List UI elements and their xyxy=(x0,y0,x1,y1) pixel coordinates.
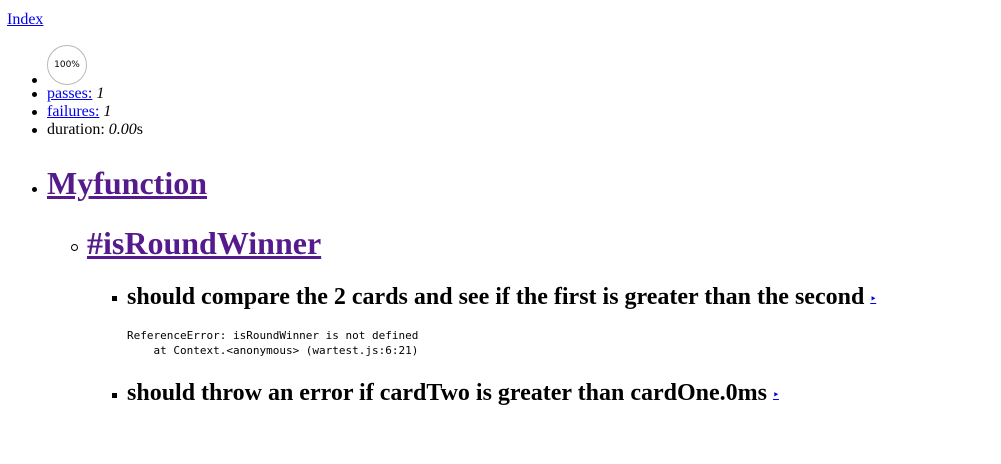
suite-title-link[interactable]: Myfunction xyxy=(47,165,207,201)
test-title-2: should throw an error if cardTwo is grea… xyxy=(127,379,779,410)
error-line-2: at Context.<anonymous> (wartest.js:6:21) xyxy=(127,344,419,357)
error-line-1: ReferenceError: isRoundWinner is not def… xyxy=(127,329,419,342)
progress-indicator: 100% xyxy=(47,45,87,85)
passes-link[interactable]: passes: xyxy=(47,85,92,102)
error-stack: ReferenceError: isRoundWinner is not def… xyxy=(127,328,418,358)
test-title-1-text: should compare the 2 cards and see if th… xyxy=(127,284,865,310)
sub-suite-title-link[interactable]: #isRoundWinner xyxy=(87,225,321,261)
progress-item: 100% xyxy=(7,45,143,85)
failures-value: 1 xyxy=(103,103,112,120)
test-bullet-1 xyxy=(112,296,117,301)
duration-label: duration: xyxy=(47,121,105,138)
sub-suite-bullet xyxy=(71,244,78,251)
duration-unit: s xyxy=(136,121,143,138)
test-title-1: should compare the 2 cards and see if th… xyxy=(127,283,876,314)
replay-icon[interactable]: ‣ xyxy=(773,382,779,410)
index-link[interactable]: Index xyxy=(7,11,43,29)
test-bullet-2 xyxy=(112,393,117,398)
stats-list: 100% passes: 1 failures: 1 duration: 0.0… xyxy=(7,45,143,139)
failures-link[interactable]: failures: xyxy=(47,103,99,120)
duration-item: duration: 0.00s xyxy=(7,121,143,139)
passes-item: passes: 1 xyxy=(7,85,143,103)
suite-bullet xyxy=(32,187,37,192)
progress-text: 100% xyxy=(54,60,80,70)
failures-item: failures: 1 xyxy=(7,103,143,121)
passes-value: 1 xyxy=(96,85,105,102)
duration-value: 0.00 xyxy=(108,121,137,138)
replay-icon[interactable]: ‣ xyxy=(870,286,876,314)
test-title-2-text: should throw an error if cardTwo is grea… xyxy=(127,380,767,406)
